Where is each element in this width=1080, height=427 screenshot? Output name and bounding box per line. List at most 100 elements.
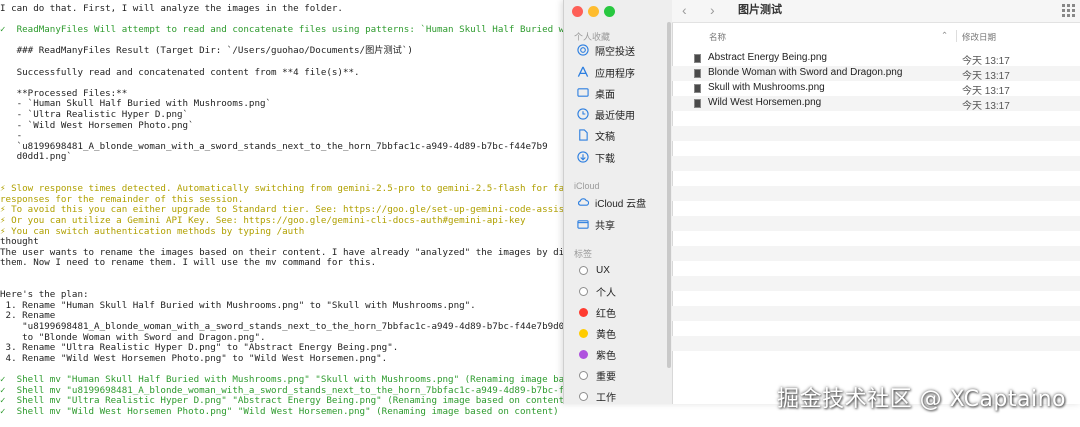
terminal-line: to "Blonde Woman with Sword and Dragon.p… <box>0 331 266 343</box>
column-modified-header[interactable]: 修改日期 <box>962 31 996 43</box>
terminal-line: ### ReadManyFiles Result (Target Dir: `/… <box>0 45 413 57</box>
terminal-line: ⚡ Or you can utilize a Gemini API Key. S… <box>0 215 526 226</box>
terminal-line: ✓ ReadManyFiles Will attempt to read and… <box>0 24 581 36</box>
column-header: 名称 ⌃ 修改日期 <box>672 29 1080 43</box>
terminal-line: ⚡ Slow response times detected. Automati… <box>0 183 587 195</box>
terminal-line: ✓ Shell mv "Human Skull Half Buried with… <box>0 374 598 385</box>
sidebar-tag-label: 工作 <box>596 392 616 404</box>
image-file-icon <box>694 69 701 78</box>
column-name-header[interactable]: 名称 <box>709 31 726 43</box>
tag-color-dot <box>579 370 588 380</box>
terminal-line: I can do that. First, I will analyze the… <box>0 3 343 14</box>
file-row[interactable]: Blonde Woman with Sword and Dragon.png 今天… <box>694 66 1080 82</box>
sidebar-scrollbar[interactable] <box>667 22 671 368</box>
sidebar-item-label: 共享 <box>595 220 615 232</box>
folder-title: 图片测试 <box>738 4 782 16</box>
sort-chevron-icon[interactable]: ⌃ <box>941 30 948 41</box>
row-stripe <box>672 246 1080 261</box>
downloads-icon <box>576 151 589 164</box>
terminal-line: - <box>0 130 23 142</box>
sidebar-tag-item[interactable]: 红色 <box>579 304 616 320</box>
sidebar-item-label: 文稿 <box>595 131 615 143</box>
file-name: Abstract Energy Being.png <box>708 52 827 63</box>
sidebar-item[interactable]: 隔空投送 <box>576 42 635 58</box>
finder-window: 个人收藏 隔空投送 应用程序 桌面 最近使用 文稿 下载 iCloud iCloud 云盘… <box>563 0 1080 404</box>
sidebar-tag-item[interactable]: 个人 <box>579 283 616 299</box>
terminal-line: ✓ Shell mv "Wild West Horsemen Photo.png… <box>0 405 559 417</box>
applications-icon <box>576 66 589 79</box>
terminal-line: responses for the remainder of this sess… <box>0 193 244 205</box>
terminal-line: 3. Rename "Ultra Realistic Hyper D.png" … <box>0 342 399 354</box>
desktop-icon <box>576 87 589 100</box>
row-stripe <box>672 276 1080 291</box>
sidebar-tag-item[interactable]: 黄色 <box>579 325 616 341</box>
sidebar-tag-label: 重要 <box>596 371 616 383</box>
file-row[interactable]: Abstract Energy Being.png 今天 13:17 <box>694 51 1080 67</box>
sidebar-tag-label: UX <box>596 264 610 276</box>
file-modified-date: 今天 13:17 <box>962 56 1010 67</box>
tag-color-dot <box>579 349 588 359</box>
terminal-line: - `Wild West Horsemen Photo.png` <box>0 119 194 131</box>
terminal-line: - `Human Skull Half Buried with Mushroom… <box>0 98 272 110</box>
sidebar-tag-item[interactable]: 重要 <box>579 367 616 383</box>
terminal-line: ⚡ To avoid this you can either upgrade t… <box>0 204 570 216</box>
sidebar-item-label: 桌面 <box>595 89 615 101</box>
sidebar-tag-item[interactable]: UX <box>579 262 610 278</box>
row-stripe <box>672 336 1080 351</box>
file-modified-date: 今天 13:17 <box>962 101 1010 112</box>
view-grid-icon[interactable] <box>1062 4 1075 17</box>
sidebar-item[interactable]: 下载 <box>576 149 615 165</box>
finder-toolbar: ‹ › 图片测试 <box>672 0 1080 23</box>
sidebar-item[interactable]: iCloud 云盘 <box>576 194 646 210</box>
terminal-line: **Processed Files:** <box>0 87 128 99</box>
file-name: Wild West Horsemen.png <box>708 97 822 108</box>
terminal-line: Here's the plan: <box>0 289 89 301</box>
image-file-icon <box>694 99 701 108</box>
sidebar-tag-label: 个人 <box>596 287 616 299</box>
close-window-button[interactable] <box>572 6 583 17</box>
forward-icon[interactable]: › <box>710 2 715 18</box>
file-row[interactable]: Skull with Mushrooms.png 今天 13:17 <box>694 81 1080 97</box>
finder-sidebar: 个人收藏 隔空投送 应用程序 桌面 最近使用 文稿 下载 iCloud iCloud 云盘… <box>564 0 673 404</box>
sidebar-item[interactable]: 最近使用 <box>576 106 635 122</box>
sidebar-item[interactable]: 应用程序 <box>576 64 635 80</box>
sidebar-tag-label: 红色 <box>596 308 616 320</box>
sidebar-item-label: iCloud 云盘 <box>595 198 647 210</box>
terminal-line: "u8199698481_A_blonde_woman_with_a_sword… <box>0 321 600 332</box>
airdrop-icon <box>576 44 589 57</box>
file-name: Skull with Mushrooms.png <box>708 82 825 93</box>
sidebar-tag-item[interactable]: 紫色 <box>579 346 616 362</box>
sidebar-item[interactable]: 桌面 <box>576 85 615 101</box>
row-stripe <box>672 126 1080 141</box>
terminal-line: thought <box>0 236 39 248</box>
watermark: 掘金技术社区 @ XCaptaino <box>777 387 1066 412</box>
sidebar-item[interactable]: 文稿 <box>576 127 615 143</box>
tag-color-dot <box>579 307 588 317</box>
row-stripe <box>672 306 1080 321</box>
row-stripe <box>672 216 1080 231</box>
tag-color-dot <box>579 265 588 275</box>
sidebar-tag-item[interactable]: 工作 <box>579 388 616 404</box>
tag-color-dot <box>579 286 588 296</box>
terminal-line: `u8199698481_A_blonde_woman_with_a_sword… <box>0 140 548 152</box>
tag-color-dot <box>579 391 588 401</box>
terminal-line: them. Now I need to rename them. I will … <box>0 257 377 269</box>
sidebar-item[interactable]: 共享 <box>576 216 615 232</box>
terminal-line: 2. Rename <box>0 310 56 322</box>
documents-icon <box>576 129 589 142</box>
tag-color-dot <box>579 328 588 338</box>
back-icon[interactable]: ‹ <box>682 2 687 18</box>
icloud-drive-icon <box>576 196 589 209</box>
terminal-line: 4. Rename "Wild West Horsemen Photo.png"… <box>0 352 388 364</box>
terminal-line: 1. Rename "Human Skull Half Buried with … <box>0 299 476 311</box>
zoom-window-button[interactable] <box>604 6 615 17</box>
terminal-window[interactable]: I can do that. First, I will analyze the… <box>0 0 600 427</box>
file-row[interactable]: Wild West Horsemen.png 今天 13:17 <box>694 96 1080 112</box>
minimize-window-button[interactable] <box>588 6 599 17</box>
terminal-line: d0dd1.png` <box>0 151 72 163</box>
column-divider <box>956 30 957 42</box>
row-stripe <box>672 156 1080 171</box>
recents-icon <box>576 108 589 121</box>
sidebar-item-label: 下载 <box>595 153 615 165</box>
shared-icon <box>576 218 589 231</box>
